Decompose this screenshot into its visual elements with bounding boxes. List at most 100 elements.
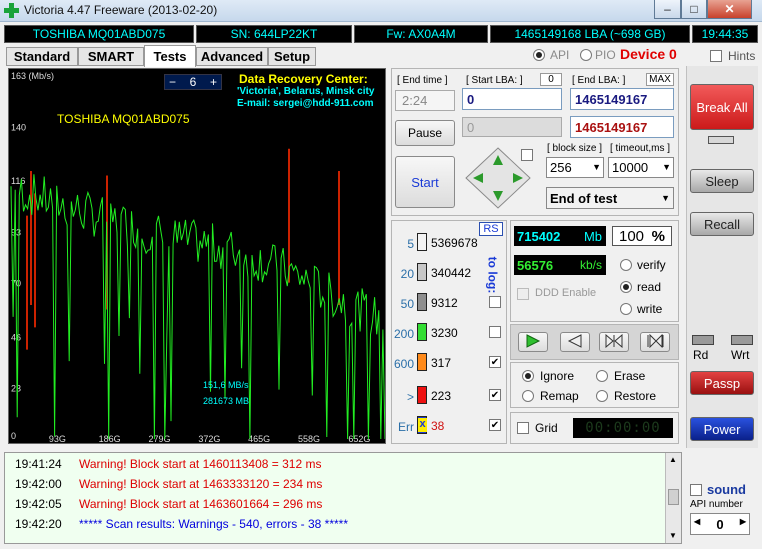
tab-smart[interactable]: SMART (78, 47, 144, 66)
to-log-checkbox[interactable] (489, 296, 501, 308)
tab-advanced[interactable]: Advanced (196, 47, 268, 66)
tab-tests[interactable]: Tests (144, 45, 196, 67)
end-button[interactable] (640, 332, 670, 352)
mb-counter: 715402 Mb (514, 226, 606, 246)
drive-capacity: 1465149168 LBA (~698 GB) (490, 25, 690, 43)
start-button[interactable]: Start (395, 156, 455, 208)
mb-unit: Mb (583, 228, 602, 244)
rd-label: Rd (693, 348, 709, 362)
grid-checkbox[interactable] (517, 422, 529, 434)
x-tick-label: 558G (298, 434, 320, 444)
ignore-radio[interactable] (522, 370, 534, 382)
timeout-value: 10000 (612, 160, 649, 175)
scroll-down-icon[interactable]: ▼ (669, 531, 677, 540)
rs-button[interactable]: RS (479, 222, 503, 236)
x-tick-label: 186G (99, 434, 121, 444)
log-time: 19:42:05 (15, 497, 62, 511)
hints-checkbox[interactable] (710, 50, 722, 62)
skip-button[interactable] (599, 332, 629, 352)
pio-label: PIO (595, 48, 616, 62)
log-message: Warning! Block start at 1463601664 = 296… (79, 497, 323, 511)
api-number-stepper[interactable]: ◀ 0 ▶ (690, 513, 750, 535)
play-button[interactable] (518, 332, 548, 352)
device-label: Device 0 (620, 46, 677, 62)
end-action-select[interactable]: End of test ▼ (546, 187, 674, 209)
drive-serial: SN: 644LP22KT (196, 25, 352, 43)
write-radio[interactable] (620, 303, 632, 315)
to-log-checkbox[interactable] (489, 326, 501, 338)
ddd-checkbox[interactable] (517, 288, 529, 300)
hints-label: Hints (728, 49, 756, 63)
drive-model: TOSHIBA MQ01ABD075 (4, 25, 194, 43)
recall-button[interactable]: Recall (690, 212, 754, 236)
elapsed-timer: 00:00:00 (573, 418, 673, 438)
direction-checkbox[interactable] (521, 149, 533, 161)
scroll-up-icon[interactable]: ▲ (669, 455, 677, 464)
erase-radio[interactable] (596, 370, 608, 382)
chevron-right-icon[interactable]: ▶ (740, 517, 746, 526)
timeout-select[interactable]: 10000 ▼ (608, 157, 674, 178)
end-time-label: [ End time ] (397, 75, 448, 86)
minimize-button[interactable]: – (654, 0, 681, 19)
to-log-checkbox[interactable]: ✔ (489, 356, 501, 368)
block-size-select[interactable]: 256 ▼ (546, 157, 604, 178)
end-lba-input[interactable]: 1465149167 (570, 88, 674, 110)
x-tick-label: 465G (248, 434, 270, 444)
log-scrollbar[interactable]: ▲ ▼ (665, 453, 681, 543)
counter-color-swatch (417, 233, 427, 251)
counter-color-swatch (417, 386, 427, 404)
scale-control: − 6 + (164, 74, 222, 90)
reverse-button[interactable] (560, 332, 590, 352)
mb-value: 715402 (517, 228, 561, 244)
to-log-checkbox[interactable]: ✔ (489, 389, 501, 401)
chevron-left-icon[interactable]: ◀ (694, 517, 700, 526)
passp-button[interactable]: Passp (690, 371, 754, 395)
tab-standard[interactable]: Standard (6, 47, 78, 66)
log-panel: 19:41:24 Warning! Block start at 14601134… (4, 452, 682, 544)
counter-threshold: 200 (394, 327, 415, 341)
sleep-button[interactable]: Sleep (690, 169, 754, 193)
checkmark-icon: ✔ (490, 389, 500, 401)
read-radio[interactable] (620, 281, 632, 293)
power-button[interactable]: Power (690, 417, 754, 441)
scale-minus-button[interactable]: − (169, 75, 176, 89)
verify-radio[interactable] (620, 259, 632, 271)
x-tick-label: 372G (198, 434, 220, 444)
end-time-field[interactable]: 2:24 (395, 90, 455, 111)
counter-color-swatch (417, 353, 427, 371)
to-log-checkbox[interactable]: ✔ (489, 419, 501, 431)
api-radio[interactable] (533, 49, 545, 61)
counter-color-swatch (417, 263, 427, 281)
timeout-label: [ timeout,ms ] (610, 143, 671, 154)
start-lba-zero-button[interactable]: 0 (540, 73, 562, 86)
pio-radio[interactable] (580, 49, 592, 61)
start-lba-input[interactable]: 0 (462, 88, 562, 110)
counter-threshold: > (406, 390, 414, 404)
speed-readout: 151,6 MB/s (203, 380, 249, 390)
banner-line3: E-mail: sergei@hdd-911.com (237, 98, 374, 109)
read-label: read (637, 280, 662, 294)
remap-label: Remap (540, 389, 579, 403)
tab-setup[interactable]: Setup (268, 47, 316, 66)
speed-unit: kb/s (579, 258, 602, 272)
remap-radio[interactable] (522, 390, 534, 402)
log-message: Warning! Block start at 1460113408 = 312… (79, 457, 322, 471)
rd-indicator (692, 335, 714, 345)
sound-checkbox[interactable] (690, 484, 702, 496)
scale-plus-button[interactable]: + (210, 75, 217, 89)
pause-button[interactable]: Pause (395, 120, 455, 146)
api-label: API (550, 48, 570, 62)
end-lba-max-button[interactable]: MAX (646, 73, 674, 86)
counter-value: 5369678 (431, 236, 478, 250)
close-button[interactable]: ✕ (707, 0, 752, 19)
maximize-button[interactable]: □ (681, 0, 707, 19)
counter-value: 317 (431, 356, 452, 370)
log-scrollbar-thumb[interactable] (668, 489, 679, 505)
log-message: ***** Scan results: Warnings - 540, erro… (79, 517, 349, 531)
counter-color-swatch (417, 293, 427, 311)
restore-radio[interactable] (596, 390, 608, 402)
end-icon (645, 333, 665, 351)
verify-label: verify (637, 258, 666, 272)
counter-value: 3230 (431, 326, 458, 340)
break-all-button[interactable]: Break All (690, 84, 754, 130)
